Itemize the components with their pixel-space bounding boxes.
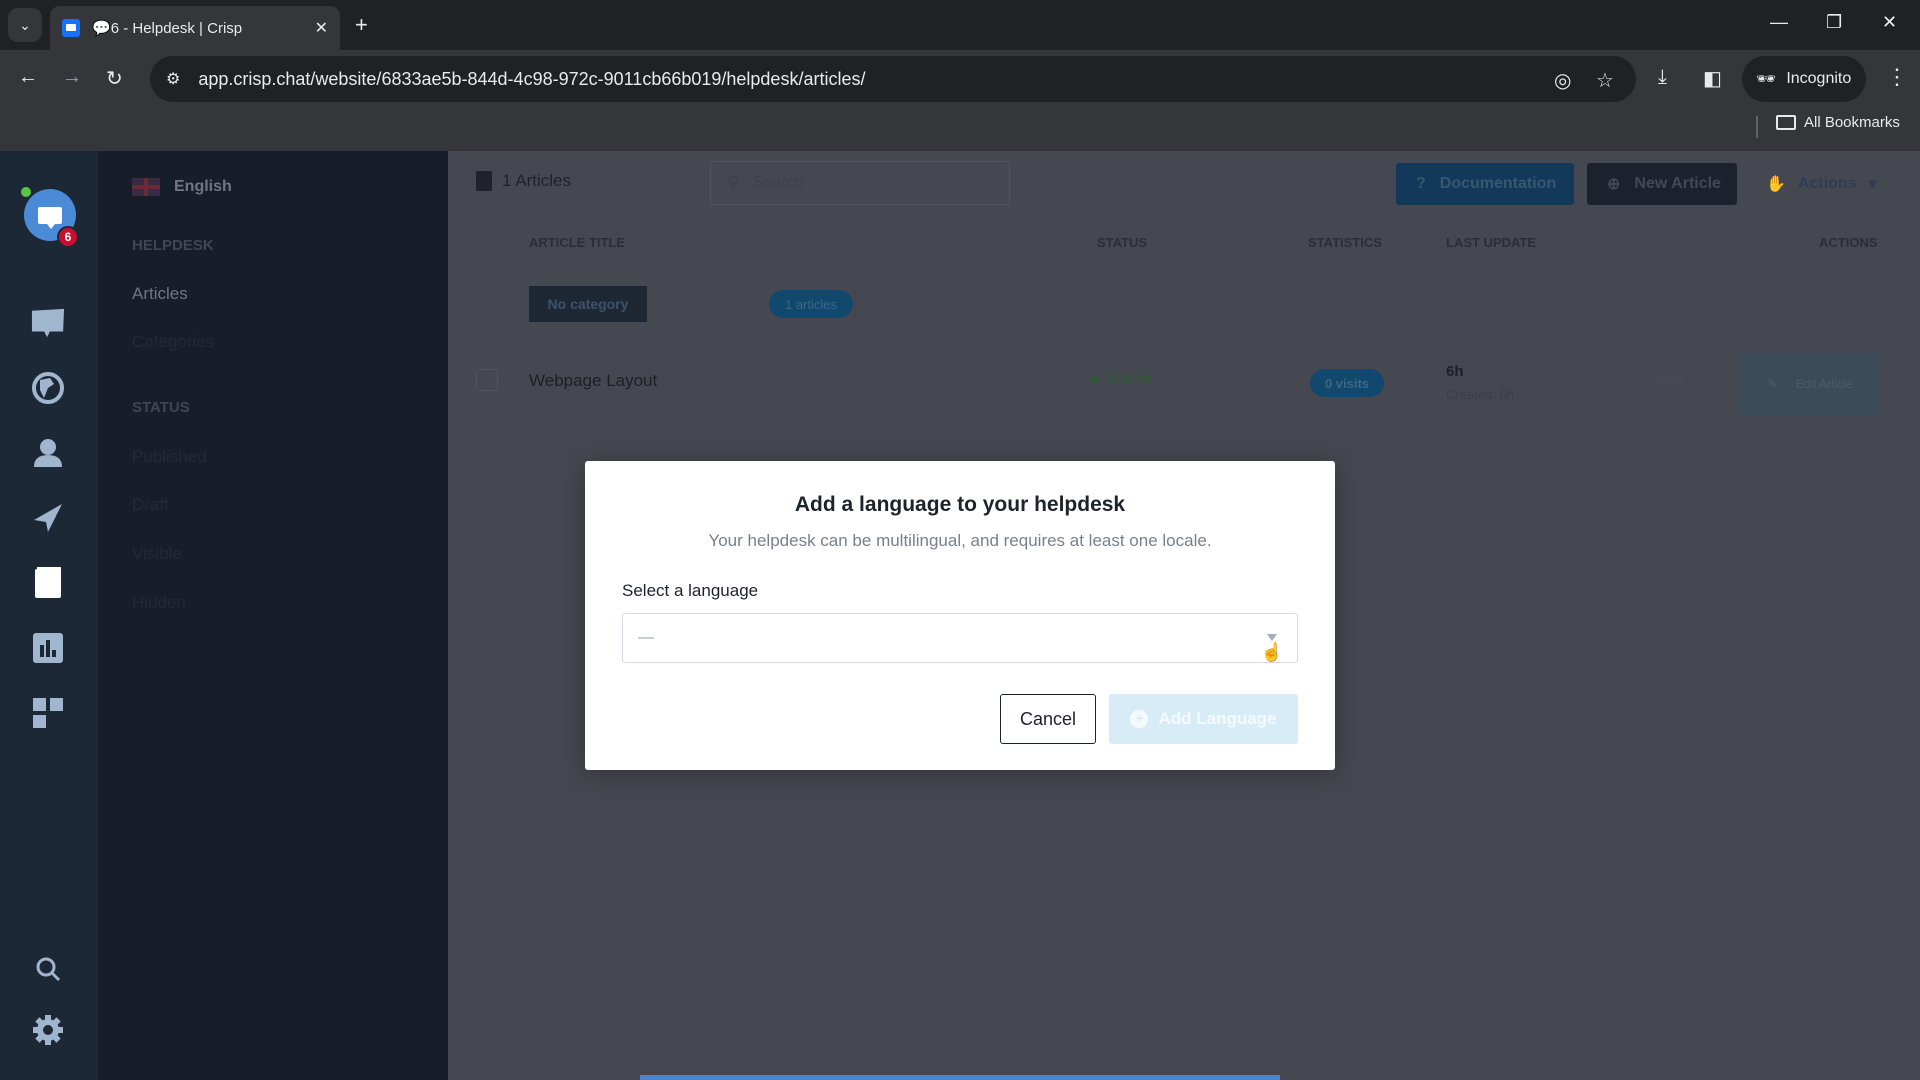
tab-search-button[interactable]: ⌄ bbox=[8, 8, 42, 42]
article-status: Online bbox=[1091, 371, 1153, 389]
online-status-dot bbox=[21, 187, 31, 197]
actions-dropdown[interactable]: ✋ Actions ▾ bbox=[1766, 163, 1877, 205]
restore-icon[interactable]: ❐ bbox=[1826, 12, 1842, 33]
column-last-update[interactable]: LAST UPDATE bbox=[1446, 235, 1536, 250]
column-statistics[interactable]: STATISTICS bbox=[1308, 235, 1382, 250]
add-language-modal: Add a language to your helpdesk Your hel… bbox=[585, 461, 1335, 770]
download-icon[interactable]: ⤓ bbox=[1658, 66, 1667, 89]
rail-helpdesk-icon[interactable] bbox=[31, 566, 65, 600]
cancel-button[interactable]: Cancel bbox=[1000, 694, 1096, 744]
modal-subtitle: Your helpdesk can be multilingual, and r… bbox=[708, 531, 1212, 550]
plus-circle-icon: ⊕ bbox=[1607, 176, 1621, 193]
browser-tab-bar: ⌄ 💬6 - Helpdesk | Crisp ✕ + — ❐ ✕ bbox=[0, 0, 1920, 50]
rail-analytics-icon[interactable] bbox=[31, 631, 65, 665]
sidebar-item-hidden[interactable]: Hidden bbox=[132, 593, 186, 613]
pencil-icon: ✎ bbox=[1767, 377, 1778, 391]
forward-icon[interactable]: → bbox=[62, 66, 82, 89]
close-tab-icon[interactable]: ✕ bbox=[315, 18, 328, 38]
sidebar-item-draft[interactable]: Draft bbox=[132, 495, 169, 515]
rail-search-icon[interactable] bbox=[31, 953, 65, 987]
last-updated: 6h bbox=[1446, 363, 1464, 380]
modal-title: Add a language to your helpdesk bbox=[794, 493, 1126, 516]
rail-contacts-icon[interactable] bbox=[31, 436, 65, 470]
chevron-down-icon: ⌄ bbox=[19, 16, 31, 33]
help-circle-icon: ? bbox=[1416, 175, 1426, 192]
rail-settings-icon[interactable] bbox=[31, 1013, 65, 1047]
side-panel-icon[interactable]: ◧ bbox=[1703, 66, 1722, 91]
edit-article-button[interactable]: ✎ Edit Article bbox=[1738, 353, 1882, 415]
category-tag[interactable]: No category bbox=[529, 286, 647, 322]
unread-badge: 6 bbox=[57, 226, 79, 248]
select-language-label: Select a language bbox=[622, 581, 759, 600]
eye-off-icon[interactable]: ◎ bbox=[1554, 68, 1571, 93]
article-title[interactable]: Webpage Layout bbox=[529, 371, 657, 391]
reload-icon[interactable]: ↻ bbox=[106, 66, 123, 91]
rail-chat-icon[interactable] bbox=[31, 307, 65, 341]
category-count-badge: 1 articles bbox=[769, 290, 853, 318]
incognito-icon: 🕶 bbox=[1756, 71, 1777, 88]
sidebar-section-helpdesk: HELPDESK bbox=[132, 237, 214, 254]
all-bookmarks-button[interactable]: All Bookmarks bbox=[1776, 114, 1900, 131]
pointer-cursor-icon: ☝ bbox=[1260, 642, 1283, 662]
back-icon[interactable]: ← bbox=[18, 66, 38, 89]
chat-bubble-icon bbox=[38, 206, 62, 229]
address-bar[interactable]: ⚙ app.crisp.chat/website/6833ae5b-844d-4… bbox=[150, 56, 1636, 102]
tab-title: 💬6 - Helpdesk | Crisp bbox=[92, 20, 243, 37]
loading-progress-bar bbox=[640, 1075, 1280, 1080]
rail-campaigns-icon[interactable] bbox=[31, 501, 65, 535]
status-dot bbox=[1091, 376, 1099, 384]
sidebar-item-visible[interactable]: Visible bbox=[132, 544, 182, 564]
article-search-input[interactable]: ⚲ Search bbox=[710, 161, 1010, 205]
language-select[interactable]: — ☝ bbox=[622, 613, 1298, 663]
sidebar-item-published[interactable]: Published bbox=[132, 447, 207, 467]
folder-icon bbox=[1776, 115, 1796, 130]
crisp-app: 6 English HELPDESK Articles Categories S… bbox=[0, 151, 1920, 1080]
bookmark-star-icon[interactable]: ☆ bbox=[1596, 68, 1614, 93]
incognito-badge[interactable]: 🕶 Incognito bbox=[1742, 56, 1866, 102]
new-tab-button[interactable]: + bbox=[355, 12, 368, 38]
visits-badge: 0 visits bbox=[1310, 369, 1384, 397]
sidebar-item-categories[interactable]: Categories bbox=[132, 332, 214, 352]
browser-menu-icon[interactable]: ⋮ bbox=[1886, 64, 1908, 90]
chat-bubble-icon: 💬 bbox=[92, 20, 111, 37]
book-icon bbox=[476, 171, 492, 191]
uk-flag-icon bbox=[132, 178, 160, 196]
browser-tab-active[interactable]: 💬6 - Helpdesk | Crisp ✕ bbox=[50, 6, 340, 50]
created-time: Created: 6h bbox=[1446, 387, 1514, 402]
rail-plugins-icon[interactable] bbox=[31, 696, 65, 730]
column-actions: ACTIONS bbox=[1819, 235, 1878, 250]
hand-icon: ✋ bbox=[1766, 176, 1786, 193]
column-status[interactable]: STATUS bbox=[1097, 235, 1147, 250]
bookmarks-bar: All Bookmarks bbox=[0, 108, 1920, 151]
documentation-button[interactable]: ? Documentation bbox=[1396, 163, 1574, 205]
view-article-link[interactable]: View bbox=[1654, 373, 1682, 388]
close-window-icon[interactable]: ✕ bbox=[1882, 12, 1897, 33]
new-article-button[interactable]: ⊕ New Article bbox=[1587, 163, 1737, 205]
add-language-button[interactable]: + Add Language bbox=[1109, 694, 1298, 744]
sidebar-section-status: STATUS bbox=[132, 399, 190, 416]
site-info-icon[interactable]: ⚙ bbox=[166, 69, 180, 89]
rail-globe-icon[interactable] bbox=[31, 371, 65, 405]
search-icon: ⚲ bbox=[727, 175, 739, 192]
crisp-favicon-icon bbox=[62, 19, 80, 37]
browser-toolbar: ← → ↻ ⚙ app.crisp.chat/website/6833ae5b-… bbox=[0, 50, 1920, 108]
bookmarks-divider bbox=[1756, 116, 1758, 138]
column-article-title[interactable]: ARTICLE TITLE bbox=[529, 235, 625, 250]
helpdesk-sidebar: English HELPDESK Articles Categories STA… bbox=[98, 151, 448, 1080]
language-switcher[interactable]: English bbox=[108, 161, 448, 213]
plus-circle-icon: + bbox=[1130, 710, 1149, 728]
chevron-down-icon: ▾ bbox=[1868, 176, 1877, 193]
minimize-icon[interactable]: — bbox=[1770, 12, 1788, 33]
nav-rail: 6 bbox=[0, 151, 98, 1080]
caret-down-icon bbox=[1267, 634, 1277, 641]
url-text[interactable]: app.crisp.chat/website/6833ae5b-844d-4c9… bbox=[198, 69, 865, 90]
row-checkbox[interactable] bbox=[476, 369, 498, 391]
language-select-value: — bbox=[638, 629, 654, 646]
articles-count-title: 1 Articles bbox=[476, 171, 571, 191]
sidebar-item-articles[interactable]: Articles bbox=[132, 284, 188, 304]
